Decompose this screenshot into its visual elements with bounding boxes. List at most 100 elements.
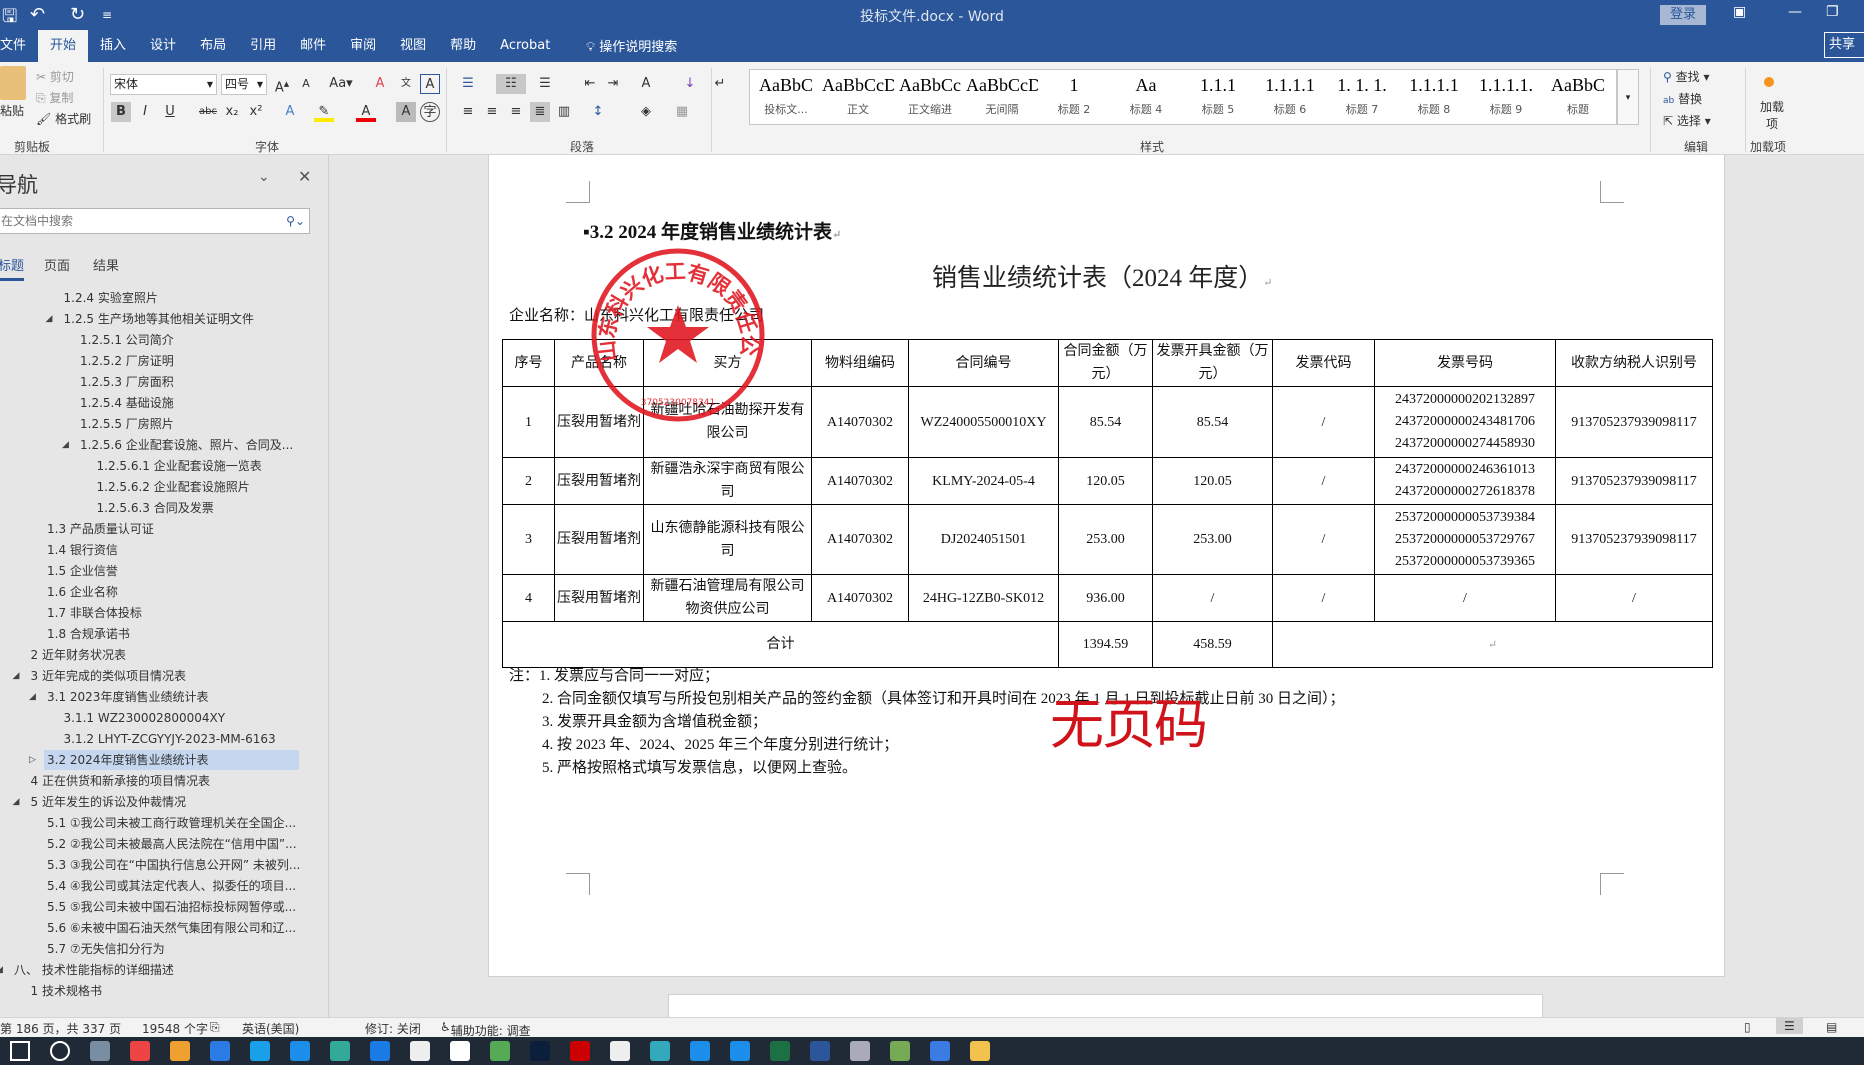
search-icon[interactable] — [50, 1041, 70, 1061]
app3-icon[interactable] — [290, 1041, 310, 1061]
style-item[interactable]: 1.1.1.1 标题 6 — [1254, 70, 1326, 124]
numbering-icon[interactable]: ☷ — [496, 74, 526, 94]
ribbon-display-icon[interactable]: ▣ — [1733, 4, 1746, 20]
show-marks-icon[interactable]: ↵ — [710, 74, 730, 94]
start-icon[interactable] — [10, 1041, 30, 1061]
read-mode-icon[interactable]: ▯ — [1744, 1020, 1751, 1034]
align-right-icon[interactable]: ≡ — [506, 102, 526, 122]
style-item[interactable]: AaBbCcDdI 正文 — [822, 70, 894, 124]
style-item[interactable]: AaBbCcDdI 无间隔 — [966, 70, 1038, 124]
nav-item[interactable]: 1.2.5.1 公司简介 — [77, 330, 174, 350]
style-item[interactable]: 1.1.1.1 标题 8 — [1398, 70, 1470, 124]
app-icon[interactable] — [210, 1041, 230, 1061]
language[interactable]: 英语(美国) — [242, 1020, 299, 1037]
chrome-icon[interactable] — [130, 1041, 150, 1061]
superscript-icon[interactable]: x² — [246, 102, 266, 122]
collapse-triangle-icon[interactable]: ◢ — [0, 960, 3, 980]
nav-item[interactable]: 3.1.1 WZ230002800004XY — [61, 708, 226, 728]
replace-button[interactable]: ab 替换 — [1663, 90, 1702, 107]
nav-item[interactable]: 3 近年完成的类似项目情况表 — [28, 666, 186, 686]
tell-me[interactable]: 💡︎ 操作说明搜索 — [586, 36, 677, 55]
nav-item[interactable]: 1.5 企业信誉 — [44, 561, 118, 581]
qq-icon[interactable] — [610, 1041, 630, 1061]
nav-item[interactable]: 1.7 非联合体投标 — [44, 603, 142, 623]
app6-icon[interactable] — [410, 1041, 430, 1061]
enclose-characters-icon[interactable]: 字 — [420, 102, 440, 122]
highlight-icon[interactable]: ✎ — [314, 102, 334, 122]
borders-icon[interactable]: ▦ — [672, 102, 692, 122]
sort-icon[interactable]: ↓ — [680, 74, 700, 94]
addins-button[interactable]: 加载项 — [1760, 98, 1784, 132]
grow-font-icon[interactable]: A▲ — [272, 74, 292, 95]
align-center-icon[interactable]: ≡ — [482, 102, 502, 122]
collapse-triangle-icon[interactable]: ◢ — [13, 666, 20, 686]
nav-tab-results[interactable]: 结果 — [93, 255, 119, 274]
format-painter-button[interactable]: 🖌︎ 格式刷 — [36, 110, 91, 127]
nav-item[interactable]: 1.2.5 生产场地等其他相关证明文件 — [61, 309, 254, 329]
app2-icon[interactable] — [250, 1041, 270, 1061]
word-count[interactable]: 19548 个字 — [142, 1020, 208, 1037]
login-button[interactable]: 登录 — [1660, 5, 1706, 25]
increase-indent-icon[interactable]: ⇥ — [603, 74, 623, 94]
nav-item[interactable]: 1 技术规格书 — [28, 981, 102, 1001]
bold-icon[interactable]: B — [111, 102, 131, 122]
nav-item[interactable]: 1.2.4 实验室照片 — [61, 288, 158, 308]
nav-item[interactable]: 1.2.5.2 厂房证明 — [77, 351, 174, 371]
style-item[interactable]: AaBbC 标题 — [1542, 70, 1614, 124]
collapse-triangle-icon[interactable]: ◢ — [13, 792, 20, 812]
tab-6[interactable]: 邮件 — [288, 30, 338, 62]
app13-icon[interactable] — [890, 1041, 910, 1061]
nav-item[interactable]: 2 近年财务状况表 — [28, 645, 126, 665]
bullets-icon[interactable]: ☰ — [458, 74, 478, 94]
track-changes-status[interactable]: 修订: 关闭 — [365, 1020, 421, 1037]
tab-5[interactable]: 引用 — [238, 30, 288, 62]
explorer-icon[interactable] — [970, 1041, 990, 1061]
print-layout-icon[interactable]: ☰ — [1776, 1018, 1803, 1034]
nav-item[interactable]: 1.8 合规承诺书 — [44, 624, 130, 644]
tab-8[interactable]: 视图 — [388, 30, 438, 62]
word-icon[interactable] — [810, 1041, 830, 1061]
app8-icon[interactable] — [490, 1041, 510, 1061]
styles-more-icon[interactable]: ▾ — [1617, 69, 1639, 125]
style-item[interactable]: AaBbCc 正文缩进 — [894, 70, 966, 124]
search-icon[interactable]: ⚲⌄ — [286, 209, 305, 233]
shrink-font-icon[interactable]: A — [296, 74, 316, 94]
font-size-select[interactable]: 四号 ▼ — [221, 74, 267, 95]
nav-item[interactable]: 1.2.5.6.2 企业配套设施照片 — [94, 477, 250, 497]
nav-item[interactable]: 5 近年发生的诉讼及仲裁情况 — [28, 792, 186, 812]
character-border-icon[interactable]: A — [420, 74, 440, 94]
subscript-icon[interactable]: x₂ — [222, 102, 242, 122]
nav-item[interactable]: 3.1 2023年度销售业绩统计表 — [44, 687, 208, 707]
nav-item[interactable]: 1.4 银行资信 — [44, 540, 118, 560]
nav-item[interactable]: 5.3 ③我公司在“中国执行信息公开网” 未被列... — [44, 855, 300, 875]
nav-item[interactable]: 1.2.5.4 基础设施 — [77, 393, 174, 413]
collapse-triangle-icon[interactable]: ◢ — [29, 687, 36, 707]
restore-icon[interactable]: ❐ — [1826, 4, 1839, 20]
font-name-select[interactable]: 宋体 ▼ — [110, 74, 217, 95]
nav-item[interactable]: 5.5 ⑤我公司未被中国石油招标投标网暂停或... — [44, 897, 296, 917]
app10-icon[interactable] — [690, 1041, 710, 1061]
italic-icon[interactable]: I — [135, 102, 155, 122]
tab-3[interactable]: 设计 — [138, 30, 188, 62]
nav-item[interactable]: 1.3 产品质量认可证 — [44, 519, 154, 539]
text-effects-icon[interactable]: A — [280, 102, 300, 122]
nav-item[interactable]: 5.4 ④我公司或其法定代表人、拟委任的项目... — [44, 876, 296, 896]
style-item[interactable]: 1. 1. 1. 标题 7 — [1326, 70, 1398, 124]
find-button[interactable]: ⚲ 查找 ▾ — [1663, 68, 1709, 85]
multilevel-list-icon[interactable]: ☰ — [535, 74, 555, 94]
photoshop-icon[interactable] — [530, 1041, 550, 1061]
style-item[interactable]: 1.1.1 标题 5 — [1182, 70, 1254, 124]
close-icon[interactable]: ✕ — [298, 167, 311, 186]
style-item[interactable]: AaBbC 投标文... — [750, 70, 822, 124]
nav-item[interactable]: 3.1.2 LHYT-ZCGYYJY-2023-MM-6163 — [61, 729, 276, 749]
app14-icon[interactable] — [930, 1041, 950, 1061]
app4-icon[interactable] — [330, 1041, 350, 1061]
share-button[interactable]: 共享 — [1824, 32, 1864, 58]
nav-item[interactable]: 1.2.5.6 企业配套设施、照片、合同及... — [77, 435, 293, 455]
expand-triangle-icon[interactable]: ▷ — [29, 750, 36, 770]
nav-item[interactable]: 3.2 2024年度销售业绩统计表 — [44, 750, 299, 770]
tab-7[interactable]: 审阅 — [338, 30, 388, 62]
underline-icon[interactable]: U — [160, 102, 180, 122]
tab-0[interactable]: 文件 — [0, 30, 38, 62]
paste-icon[interactable] — [0, 66, 26, 100]
